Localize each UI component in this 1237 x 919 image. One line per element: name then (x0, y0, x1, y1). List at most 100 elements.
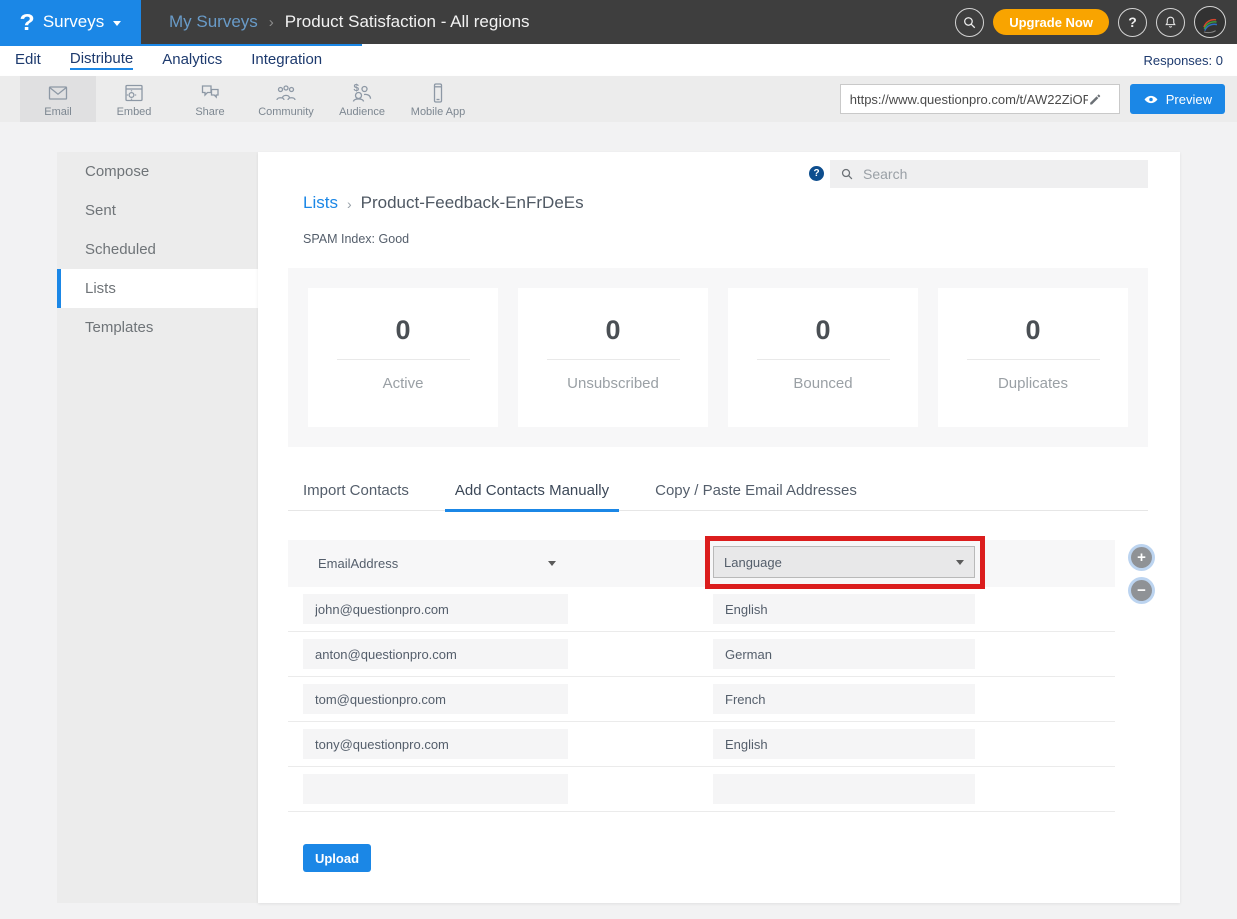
breadcrumb: My Surveys › Product Satisfaction - All … (169, 12, 530, 32)
spam-index: SPAM Index: Good (303, 232, 409, 246)
email-input[interactable] (303, 639, 568, 669)
pencil-icon[interactable] (1088, 92, 1103, 107)
sidebar-item-compose[interactable]: Compose (57, 152, 258, 191)
channel-mobile-app[interactable]: Mobile App (400, 76, 476, 122)
contacts-tabs: Import Contacts Add Contacts Manually Co… (288, 482, 1148, 511)
questionpro-logo-icon: ? (19, 11, 34, 34)
selected-field-label: EmailAddress (318, 556, 398, 571)
channel-embed[interactable]: Embed (96, 76, 172, 122)
channel-label: Email (44, 106, 72, 118)
app-screen: ? Surveys My Surveys › Product Satisfact… (0, 0, 1237, 919)
account-avatar[interactable] (1194, 6, 1226, 38)
tab-import-contacts[interactable]: Import Contacts (293, 482, 419, 511)
nav-tab-integration[interactable]: Integration (251, 51, 322, 69)
divider (967, 359, 1100, 360)
audience-icon: $ (350, 81, 374, 105)
header-actions: Upgrade Now ? (955, 6, 1226, 38)
contact-search-input[interactable] (863, 166, 1138, 182)
stat-value: 0 (518, 315, 708, 346)
survey-title: Product Satisfaction - All regions (285, 12, 530, 32)
contact-row (288, 722, 1115, 767)
progress-line (0, 44, 362, 46)
nav-tab-analytics[interactable]: Analytics (162, 51, 222, 69)
search-icon (962, 15, 977, 30)
list-stats: 0 Active 0 Unsubscribed 0 Bounced 0 (288, 268, 1148, 447)
divider (547, 359, 680, 360)
language-input[interactable] (713, 639, 975, 669)
contact-search-field[interactable] (830, 160, 1148, 188)
divider (757, 359, 890, 360)
sidebar-item-scheduled[interactable]: Scheduled (57, 230, 258, 269)
survey-url-input[interactable] (850, 92, 1088, 107)
divider (337, 359, 470, 360)
contact-row (288, 632, 1115, 677)
email-input[interactable] (303, 774, 568, 804)
breadcrumb-my-surveys[interactable]: My Surveys (169, 12, 258, 32)
channel-label: Share (195, 106, 224, 118)
top-header: ? Surveys My Surveys › Product Satisfact… (0, 0, 1237, 44)
survey-url-field[interactable] (840, 84, 1120, 114)
list-name: Product-Feedback-EnFrDeEs (361, 193, 584, 213)
channel-community[interactable]: Community (248, 76, 324, 122)
upload-button[interactable]: Upload (303, 844, 371, 872)
brand-swoosh-icon (1197, 9, 1223, 35)
stat-card-unsubscribed: 0 Unsubscribed (518, 288, 708, 427)
help-button[interactable]: ? (1118, 8, 1147, 37)
channel-label: Audience (339, 106, 385, 118)
nav-tab-distribute[interactable]: Distribute (70, 50, 133, 70)
remove-row-button[interactable]: − (1131, 580, 1152, 601)
responses-count[interactable]: Responses: 0 (1144, 53, 1224, 68)
stat-label: Bounced (728, 375, 918, 392)
language-input[interactable] (713, 594, 975, 624)
contact-row (288, 587, 1115, 632)
search-icon (840, 167, 854, 181)
breadcrumb-separator: › (269, 14, 274, 31)
email-field-selector[interactable]: EmailAddress (303, 548, 568, 579)
language-input[interactable] (713, 774, 975, 804)
email-input[interactable] (303, 684, 568, 714)
channel-share[interactable]: Share (172, 76, 248, 122)
sidebar-item-lists[interactable]: Lists (57, 269, 258, 308)
notifications-button[interactable] (1156, 8, 1185, 37)
channel-email[interactable]: Email (20, 76, 96, 122)
mobile-app-icon (426, 81, 450, 105)
contact-row (288, 677, 1115, 722)
email-sidebar: Compose Sent Scheduled Lists Templates (57, 152, 258, 903)
selected-field-label: Language (724, 555, 782, 570)
channel-audience[interactable]: $ Audience (324, 76, 400, 122)
lists-breadcrumb: Lists › Product-Feedback-EnFrDeEs (303, 193, 584, 213)
stat-label: Active (308, 375, 498, 392)
help-badge-icon[interactable]: ? (809, 166, 824, 181)
contact-row (288, 767, 1115, 812)
stat-value: 0 (728, 315, 918, 346)
highlight-annotation: Language (705, 536, 985, 589)
add-row-button[interactable]: + (1131, 547, 1152, 568)
nav-tab-edit[interactable]: Edit (15, 51, 41, 69)
product-switcher[interactable]: ? Surveys (0, 0, 141, 44)
stat-value: 0 (938, 315, 1128, 346)
channel-label: Community (258, 106, 314, 118)
question-mark-icon: ? (1128, 14, 1137, 30)
search-button[interactable] (955, 8, 984, 37)
email-input[interactable] (303, 594, 568, 624)
tab-copy-paste-emails[interactable]: Copy / Paste Email Addresses (645, 482, 867, 511)
language-input[interactable] (713, 684, 975, 714)
preview-button[interactable]: Preview (1130, 84, 1225, 114)
breadcrumb-lists-link[interactable]: Lists (303, 193, 338, 213)
email-input[interactable] (303, 729, 568, 759)
stat-value: 0 (308, 315, 498, 346)
language-input[interactable] (713, 729, 975, 759)
stat-card-bounced: 0 Bounced (728, 288, 918, 427)
stat-card-active: 0 Active (308, 288, 498, 427)
chevron-down-icon (956, 560, 964, 565)
spam-index-value: Good (379, 232, 410, 246)
upgrade-now-button[interactable]: Upgrade Now (993, 9, 1109, 35)
stat-label: Duplicates (938, 375, 1128, 392)
sidebar-item-sent[interactable]: Sent (57, 191, 258, 230)
language-field-selector[interactable]: Language (713, 546, 975, 578)
breadcrumb-separator: › (347, 196, 352, 212)
embed-icon (122, 81, 146, 105)
eye-icon (1143, 93, 1159, 106)
tab-add-contacts-manually[interactable]: Add Contacts Manually (445, 482, 619, 511)
sidebar-item-templates[interactable]: Templates (57, 308, 258, 347)
